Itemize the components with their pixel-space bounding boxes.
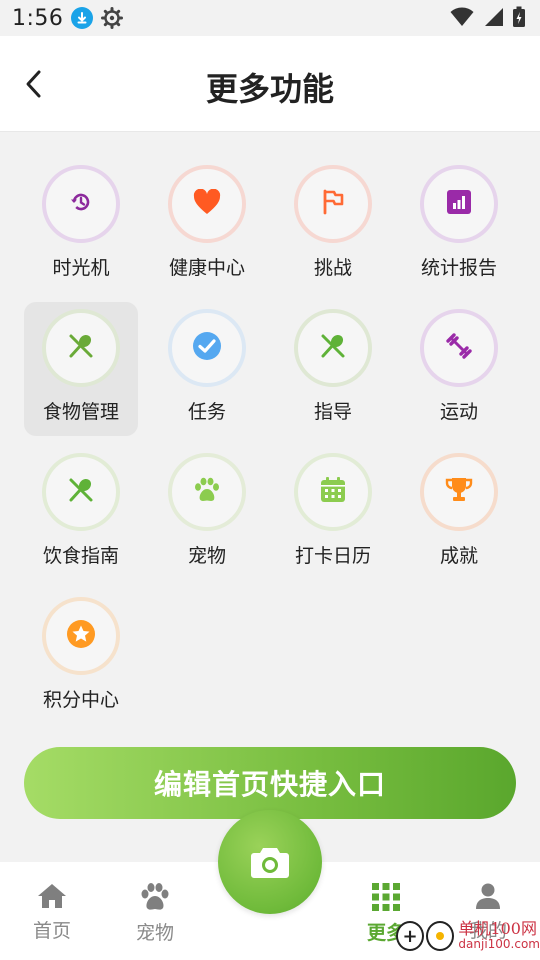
feature-icon-ring: [420, 309, 498, 387]
gear-icon: [101, 7, 124, 29]
star-icon: [66, 619, 96, 653]
feature-label: 任务: [187, 401, 226, 423]
wifi-icon: [450, 7, 474, 31]
paw-icon: [193, 477, 221, 507]
feature-item[interactable]: 积分中心: [24, 590, 138, 724]
feature-icon-ring: [42, 165, 120, 243]
feature-icon-ring: [42, 453, 120, 531]
feature-item[interactable]: 统计报告: [402, 158, 516, 292]
tab-home-label: 首页: [32, 920, 71, 942]
feature-item[interactable]: 健康中心: [150, 158, 264, 292]
watermark-url: danji100.com: [458, 937, 540, 952]
feature-label: 运动: [439, 401, 478, 423]
watermark-title: 单机100网: [458, 919, 537, 939]
feature-label: 积分中心: [42, 689, 119, 711]
user-icon: [476, 883, 500, 909]
signal-icon: [482, 7, 504, 31]
feature-label: 健康中心: [168, 257, 245, 279]
feature-icon-ring: [294, 453, 372, 531]
home-icon: [38, 884, 66, 908]
camera-button[interactable]: [218, 810, 322, 914]
utensils-icon: [319, 332, 347, 364]
feature-icon-ring: [420, 165, 498, 243]
edit-shortcuts-button[interactable]: 编辑首页快捷入口: [24, 747, 516, 819]
feature-icon-ring: [294, 309, 372, 387]
heart-icon: [193, 188, 221, 219]
tab-pets-label: 宠物: [135, 922, 174, 944]
feature-label: 时光机: [52, 257, 110, 279]
feature-item[interactable]: 指导: [276, 302, 390, 436]
utensils-icon: [67, 332, 95, 364]
paw-icon: [141, 883, 169, 910]
flag-icon: [321, 189, 345, 219]
status-bar: 1:56: [0, 0, 540, 36]
feature-label: 统计报告: [420, 257, 497, 279]
feature-item[interactable]: 饮食指南: [24, 446, 138, 580]
feature-item[interactable]: 任务: [150, 302, 264, 436]
download-icon: [71, 7, 94, 29]
feature-label: 饮食指南: [42, 545, 119, 567]
watermark-text: 单机100网 danji100.com: [458, 919, 540, 952]
history-icon: [70, 191, 92, 217]
watermark-badge: +: [396, 921, 425, 951]
feature-item[interactable]: 食物管理: [24, 302, 138, 436]
feature-icon-ring: [42, 309, 120, 387]
feature-item[interactable]: 宠物: [150, 446, 264, 580]
check-circle-icon: [192, 331, 222, 365]
utensils-icon: [67, 476, 95, 508]
battery-icon: [512, 6, 526, 32]
tab-home[interactable]: 首页: [12, 882, 92, 943]
feature-label: 挑战: [313, 257, 352, 279]
feature-icon-ring: [42, 597, 120, 675]
feature-label: 成就: [439, 545, 478, 567]
feature-icon-ring: [168, 453, 246, 531]
status-time: 1:56: [12, 5, 64, 31]
feature-icon-ring: [294, 165, 372, 243]
feature-item[interactable]: 运动: [402, 302, 516, 436]
feature-label: 食物管理: [42, 401, 119, 423]
chart-icon: [446, 189, 472, 219]
feature-label: 指导: [313, 401, 352, 423]
trophy-icon: [445, 476, 473, 508]
calendar-icon: [319, 476, 347, 508]
feature-label: 宠物: [187, 545, 226, 567]
page-title: 更多功能: [205, 70, 334, 108]
dumbbell-icon: [444, 331, 474, 365]
watermark: + 单机100网 danji100.com: [392, 912, 540, 960]
feature-item[interactable]: 挑战: [276, 158, 390, 292]
watermark-circle-icon: [426, 921, 455, 951]
feature-grid: 时光机 健康中心 挑战 统计报告食物管理 任务 指导 运动饮食指南 宠物 打卡日历 成就积分中心: [18, 158, 522, 724]
tab-pets[interactable]: 宠物: [115, 882, 195, 945]
grid-icon: [372, 883, 400, 911]
feature-icon-ring: [168, 165, 246, 243]
feature-icon-ring: [168, 309, 246, 387]
feature-item[interactable]: 打卡日历: [276, 446, 390, 580]
feature-item[interactable]: 时光机: [24, 158, 138, 292]
feature-label: 打卡日历: [294, 545, 371, 567]
feature-icon-ring: [420, 453, 498, 531]
feature-item[interactable]: 成就: [402, 446, 516, 580]
camera-icon: [251, 848, 289, 878]
header: 更多功能: [0, 36, 540, 132]
